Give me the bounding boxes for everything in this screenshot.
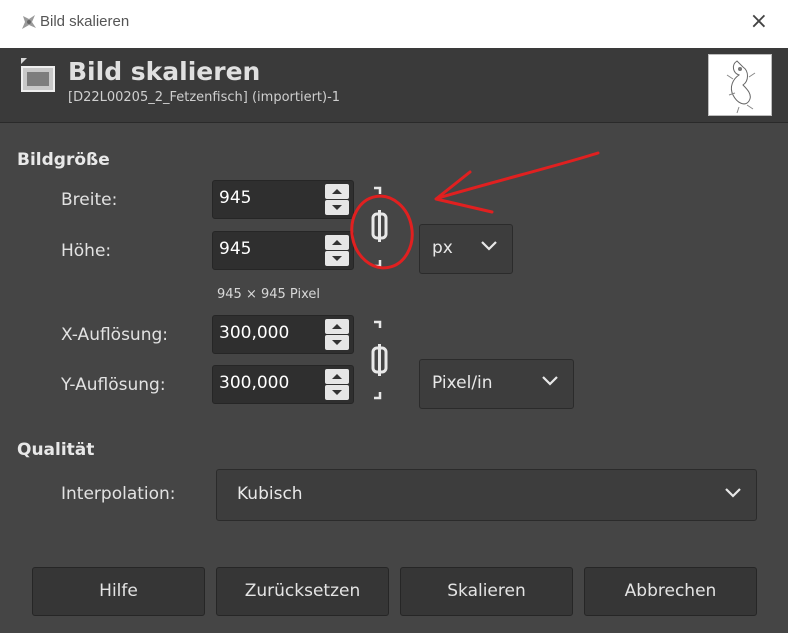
unit-value: px: [432, 238, 453, 258]
pixel-info: 945 × 945 Pixel: [217, 287, 320, 302]
cancel-button-label: Abbrechen: [624, 581, 717, 601]
height-spinbox[interactable]: 945: [212, 231, 354, 270]
unit-dropdown[interactable]: px: [419, 224, 513, 274]
spin-up-icon[interactable]: [325, 235, 349, 250]
interpolation-label: Interpolation:: [61, 484, 176, 504]
thumbnail-drawing: [726, 60, 756, 114]
interpolation-dropdown[interactable]: Kubisch: [216, 469, 757, 521]
spin-down-icon[interactable]: [325, 251, 349, 266]
app-icon: [22, 15, 36, 29]
chain-link-icon[interactable]: [364, 318, 394, 404]
scale-button-label: Skalieren: [447, 581, 526, 601]
xres-value[interactable]: 300,000: [219, 323, 289, 343]
dialog-window: Bild skalieren × Bild skalieren [D22L002…: [0, 0, 788, 633]
image-name: [D22L00205_2_Fetzenfisch] (importiert)-1: [68, 90, 341, 105]
close-icon[interactable]: ×: [750, 9, 768, 34]
section-image-size: Bildgröße: [17, 150, 110, 170]
help-button[interactable]: Hilfe: [32, 567, 205, 616]
xres-spinbox[interactable]: 300,000: [212, 315, 354, 354]
spin-up-icon[interactable]: [325, 319, 349, 334]
scale-button[interactable]: Skalieren: [400, 567, 573, 616]
dialog-title: Bild skalieren: [68, 57, 261, 86]
spin-down-icon[interactable]: [325, 335, 349, 350]
image-icon: [21, 58, 55, 92]
width-spinbox[interactable]: 945: [212, 180, 354, 219]
resolution-unit-dropdown[interactable]: Pixel/in: [419, 359, 574, 409]
help-button-label: Hilfe: [99, 581, 138, 601]
section-quality: Qualität: [17, 440, 95, 460]
window-title: Bild skalieren: [40, 13, 130, 30]
spin-down-icon[interactable]: [325, 200, 349, 215]
chevron-down-icon: [542, 376, 558, 386]
chevron-down-icon: [481, 241, 497, 251]
yres-spin-arrows: [325, 369, 349, 400]
spin-down-icon[interactable]: [325, 385, 349, 400]
yres-value[interactable]: 300,000: [219, 373, 289, 393]
spin-up-icon[interactable]: [325, 369, 349, 384]
width-spin-arrows: [325, 184, 349, 215]
annotation-arrowhead: [434, 170, 494, 214]
xres-label: X-Auflösung:: [61, 325, 168, 345]
chain-link-icon[interactable]: [364, 184, 394, 274]
height-value[interactable]: 945: [219, 239, 251, 259]
chevron-down-icon: [725, 488, 741, 498]
width-value[interactable]: 945: [219, 188, 251, 208]
interpolation-value: Kubisch: [237, 484, 303, 504]
resolution-unit-value: Pixel/in: [432, 373, 493, 393]
yres-spinbox[interactable]: 300,000: [212, 365, 354, 404]
spin-up-icon[interactable]: [325, 184, 349, 199]
xres-spin-arrows: [325, 319, 349, 350]
title-bar: Bild skalieren ×: [0, 0, 788, 49]
yres-label: Y-Auflösung:: [61, 375, 166, 395]
annotation-arrow: [436, 151, 600, 200]
height-label: Höhe:: [61, 241, 112, 261]
reset-button[interactable]: Zurücksetzen: [216, 567, 389, 616]
cancel-button[interactable]: Abbrechen: [584, 567, 757, 616]
height-spin-arrows: [325, 235, 349, 266]
width-label: Breite:: [61, 190, 118, 210]
image-thumbnail: [708, 54, 772, 116]
reset-button-label: Zurücksetzen: [244, 581, 361, 601]
